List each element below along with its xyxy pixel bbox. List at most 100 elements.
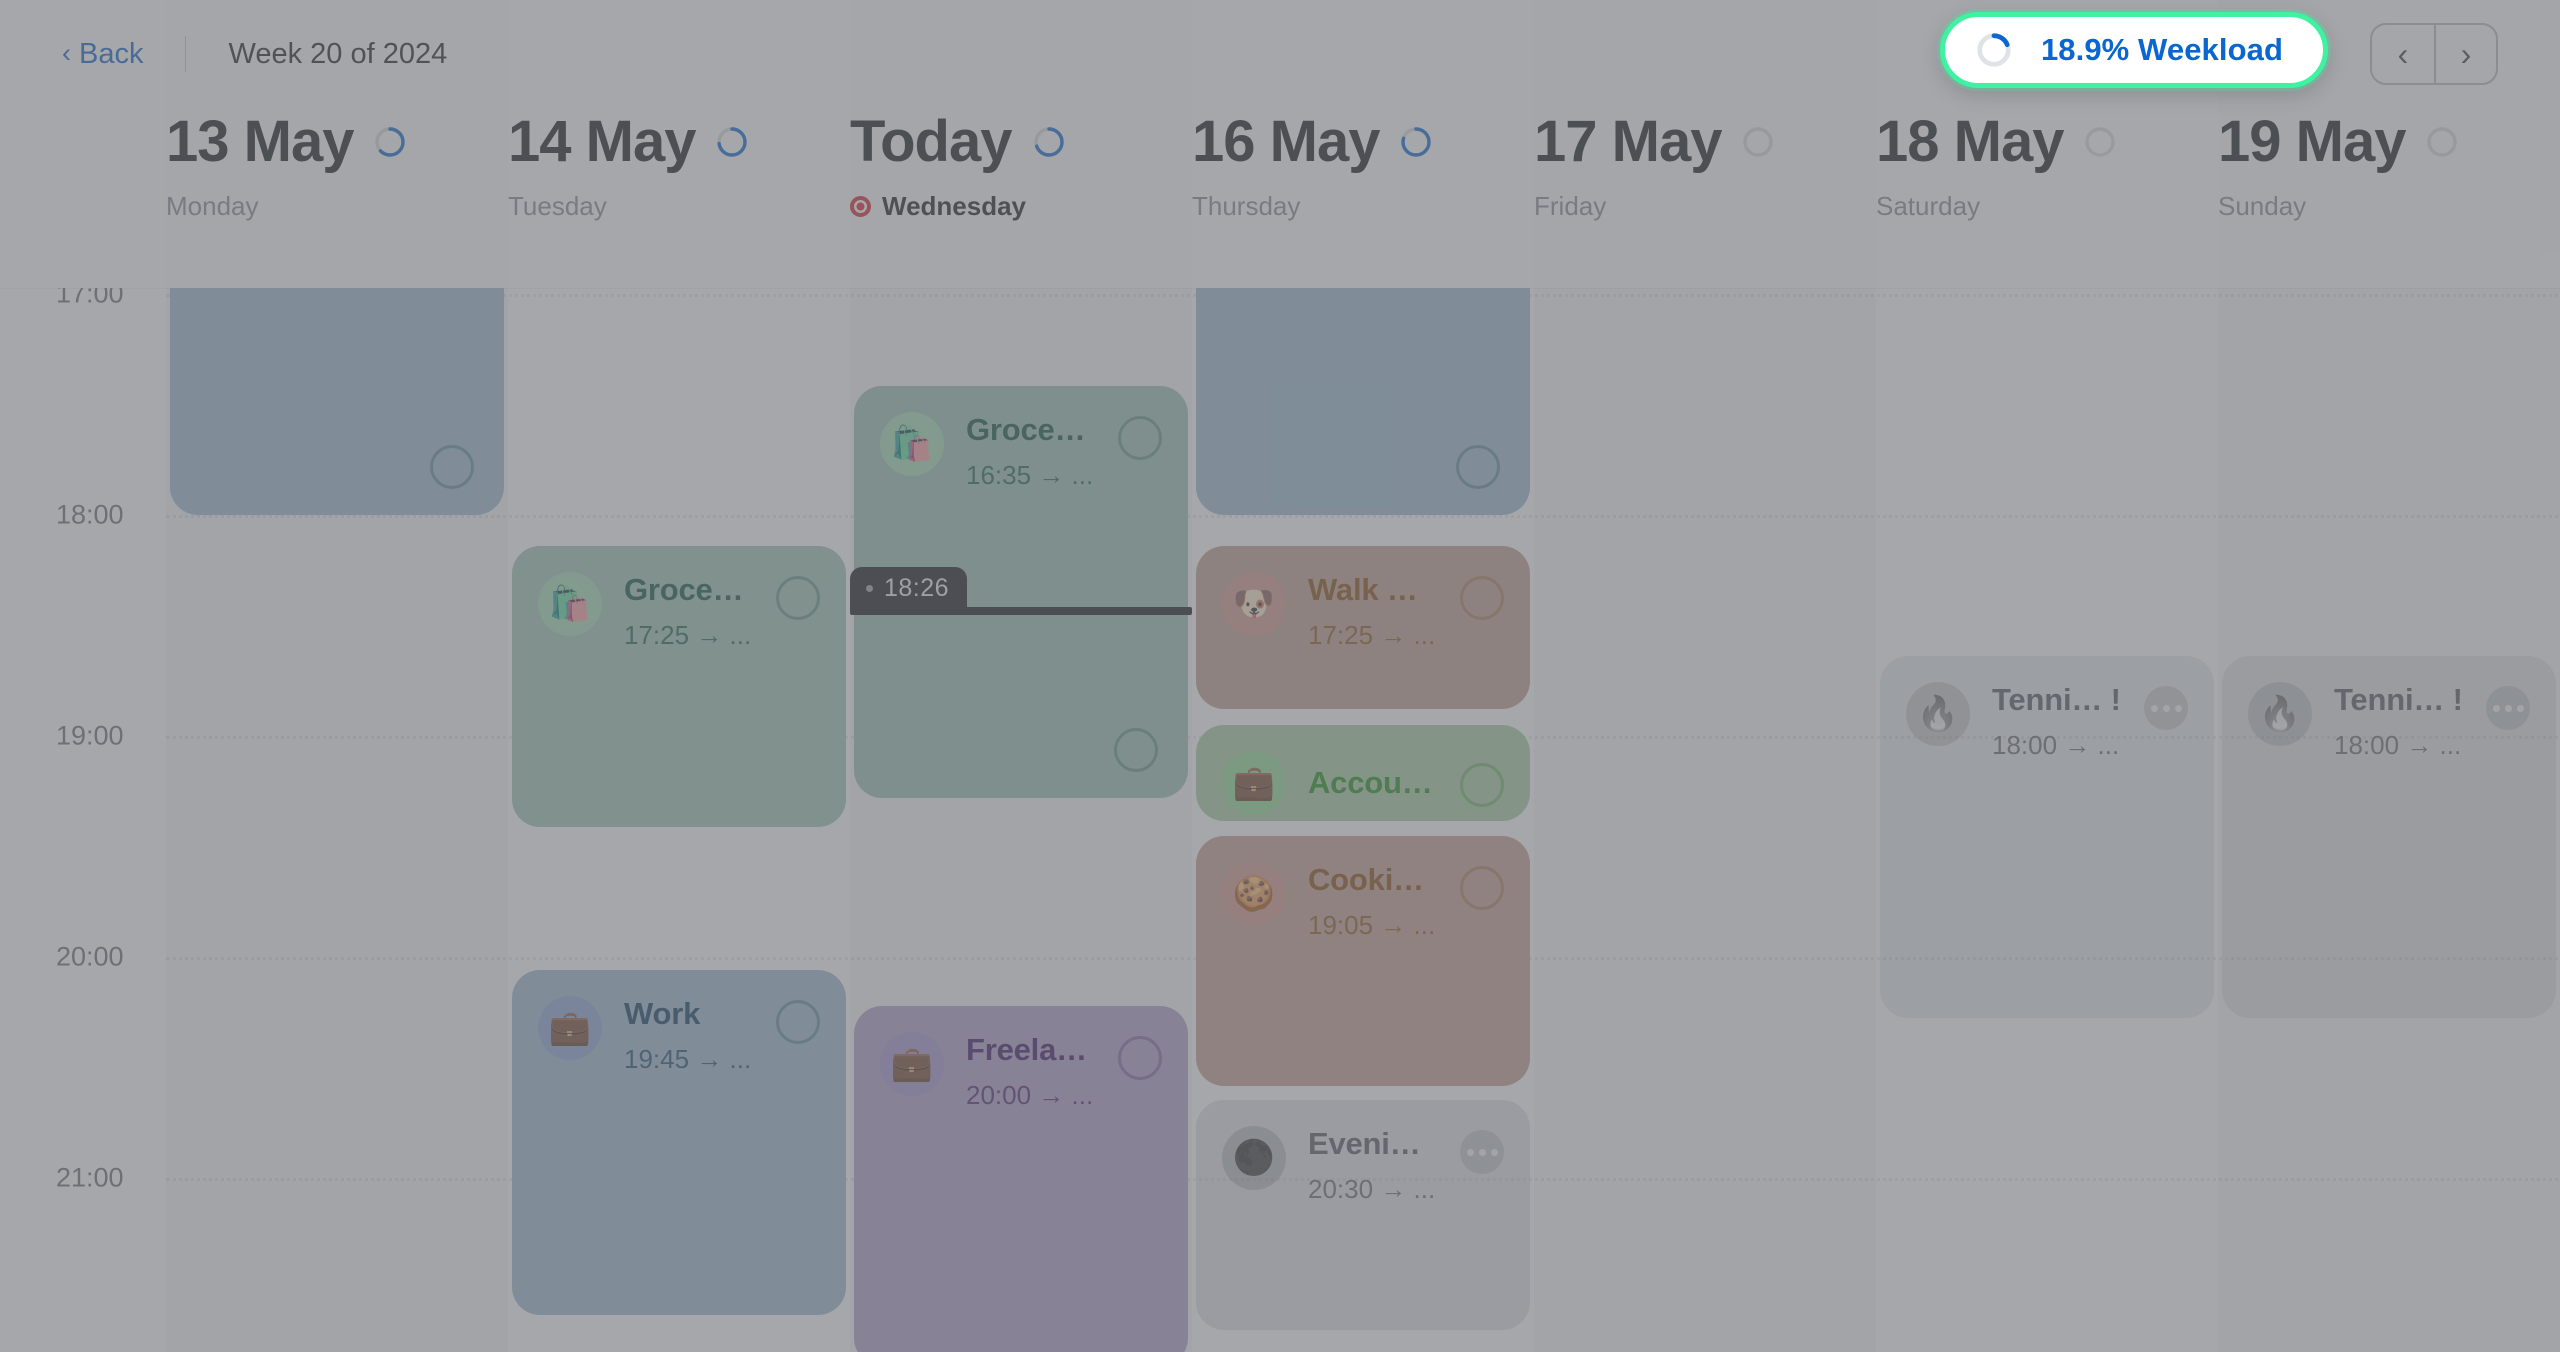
day-header-wednesday[interactable]: Today Wednesday: [850, 108, 1192, 288]
next-week-button[interactable]: ›: [2434, 25, 2496, 83]
event-card[interactable]: 💼 Freela… 20:00 → ...: [854, 1006, 1188, 1352]
day-date-label: 17 May: [1534, 109, 1722, 174]
dog-face-icon: 🐶: [1222, 572, 1286, 636]
event-more-menu-button[interactable]: [2144, 686, 2188, 730]
event-emoji: 🔥: [1916, 695, 1960, 733]
day-column-friday[interactable]: [1534, 288, 1876, 1352]
event-complete-checkbox[interactable]: [1118, 1036, 1162, 1080]
back-button[interactable]: ‹ Back: [62, 38, 143, 71]
event-card[interactable]: 🔥 Tenni… ! 18:00 → ...: [1880, 656, 2214, 1018]
event-complete-checkbox[interactable]: [776, 1000, 820, 1044]
day-header-row: 13 May Monday 14 May Tuesday Today Wedne…: [0, 108, 2560, 288]
day-column-band: [1534, 288, 1876, 1352]
day-column-sunday[interactable]: 🔥 Tenni… ! 18:00 → ...: [2218, 288, 2560, 1352]
event-title: Accou…: [1308, 765, 1433, 801]
event-card[interactable]: 💼 Work 13:20 → ...: [1196, 288, 1530, 515]
event-emoji: 🛍️: [890, 425, 934, 463]
day-header-tuesday[interactable]: 14 May Tuesday: [508, 108, 850, 288]
event-emoji: 🔥: [2258, 695, 2302, 733]
day-date-label: Today: [850, 109, 1012, 174]
event-more-menu-button[interactable]: [1460, 1130, 1504, 1174]
grocery-bag-icon: 🛍️: [880, 412, 944, 476]
event-emoji: 🛍️: [548, 585, 592, 623]
day-column-thursday[interactable]: 💼 Work 13:20 → ... 🐶 Walk … 17:25 → ... …: [1192, 288, 1534, 1352]
weekday-text: Sunday: [2218, 191, 2307, 221]
app-window: ‹ Back Week 20 of 2024 ‹ › 13 May Monday…: [0, 0, 2560, 1352]
hour-label: 19:00: [56, 720, 124, 751]
day-header-friday[interactable]: 17 May Friday: [1534, 108, 1876, 288]
event-time-range: 16:35 → ...: [966, 459, 1094, 490]
back-button-label: Back: [79, 37, 144, 70]
event-time-range: 18:00 → ...: [2334, 729, 2462, 760]
grid-columns: 17:00 18:00 19:00 20:00 21:00 💼 Work 13:20 →…: [0, 288, 2560, 1352]
day-load-ring-icon: [717, 126, 748, 157]
briefcase-icon: 💼: [1222, 751, 1286, 815]
week-title: Week 20 of 2024: [228, 37, 448, 70]
grocery-bag-icon: 🛍️: [538, 572, 602, 636]
event-complete-checkbox[interactable]: [776, 576, 820, 620]
event-title: Eveni…: [1308, 1126, 1421, 1161]
event-card[interactable]: 🐶 Walk … 17:25 → ...: [1196, 546, 1530, 709]
day-weekday-label: Monday: [166, 191, 508, 222]
event-time-range: 19:05 → ...: [1308, 909, 1436, 940]
event-title: Groce…: [624, 572, 744, 607]
weekday-text: Friday: [1534, 191, 1607, 221]
event-complete-checkbox[interactable]: [1118, 416, 1162, 460]
event-time-range: 17:25 → ...: [1308, 619, 1436, 650]
event-complete-checkbox[interactable]: [430, 445, 474, 489]
fire-icon: 🔥: [1906, 682, 1970, 746]
day-column-wednesday[interactable]: 🛍️ Groce… 16:35 → ... 💼 Freela… 20:00 → …: [850, 288, 1192, 1352]
weekday-text: Monday: [166, 191, 259, 221]
prev-week-button[interactable]: ‹: [2372, 25, 2434, 83]
day-weekday-label: Wednesday: [850, 191, 1192, 222]
event-time-range: 20:30 → ...: [1308, 1173, 1436, 1204]
event-title: Walk …: [1308, 572, 1418, 607]
event-card[interactable]: 💼 Work 19:45 → ...: [512, 970, 846, 1315]
briefcase-icon: 💼: [538, 996, 602, 1060]
event-title: Freela…: [966, 1032, 1087, 1067]
day-date-label: 14 May: [508, 109, 696, 174]
weekload-badge[interactable]: 18.9% Weekload: [1939, 12, 2328, 88]
event-title: Tenni… !: [1992, 682, 2121, 717]
event-complete-checkbox[interactable]: [1460, 576, 1504, 620]
day-load-ring-icon: [1401, 126, 1432, 157]
event-title: Work: [624, 996, 701, 1031]
event-card[interactable]: 💼 Work 13:20 → ...: [170, 288, 504, 515]
event-complete-checkbox[interactable]: [1114, 728, 1158, 772]
event-emoji: 💼: [548, 1009, 592, 1047]
event-more-menu-button[interactable]: [2486, 686, 2530, 730]
day-header-sunday[interactable]: 19 May Sunday: [2218, 108, 2560, 288]
event-card[interactable]: 🛍️ Groce… 17:25 → ...: [512, 546, 846, 827]
event-time-range: 19:45 → ...: [624, 1043, 752, 1074]
chevron-left-icon: ‹: [62, 37, 71, 68]
event-card[interactable]: 🌑 Eveni… 20:30 → ...: [1196, 1100, 1530, 1330]
event-title: Cooki…: [1308, 862, 1424, 897]
event-emoji: 🌑: [1232, 1139, 1276, 1177]
event-card[interactable]: 🍪 Cooki… 19:05 → ...: [1196, 836, 1530, 1086]
event-card[interactable]: 🛍️ Groce… 16:35 → ...: [854, 386, 1188, 798]
hour-label: 17:00: [56, 288, 124, 309]
day-column-saturday[interactable]: 🔥 Tenni… ! 18:00 → ...: [1876, 288, 2218, 1352]
event-card[interactable]: 🔥 Tenni… ! 18:00 → ...: [2222, 656, 2556, 1018]
day-header-monday[interactable]: 13 May Monday: [166, 108, 508, 288]
hour-label: 21:00: [56, 1162, 124, 1193]
day-header-thursday[interactable]: 16 May Thursday: [1192, 108, 1534, 288]
week-nav-segmented-control: ‹ ›: [2370, 23, 2498, 85]
day-column-tuesday[interactable]: 🛍️ Groce… 17:25 → ... 💼 Work 19:45 → ...: [508, 288, 850, 1352]
hour-label: 20:00: [56, 941, 124, 972]
event-complete-checkbox[interactable]: [1456, 445, 1500, 489]
calendar-week-view: ‹ Back Week 20 of 2024 ‹ › 13 May Monday…: [0, 0, 2560, 1352]
calendar-grid: 17:00 18:00 19:00 20:00 21:00 💼 Work 13:20 →…: [0, 288, 2560, 1352]
event-complete-checkbox[interactable]: [1460, 866, 1504, 910]
event-time-range: 20:00 → ...: [966, 1079, 1094, 1110]
day-column-monday[interactable]: 💼 Work 13:20 → ...: [166, 288, 508, 1352]
day-weekday-label: Thursday: [1192, 191, 1534, 222]
weekload-label: 18.9% Weekload: [2040, 32, 2283, 67]
event-time-range: 18:00 → ...: [1992, 729, 2120, 760]
topbar-right-cluster: ‹ ›: [2370, 23, 2498, 85]
event-title: Groce…: [966, 412, 1086, 447]
day-header-saturday[interactable]: 18 May Saturday: [1876, 108, 2218, 288]
event-complete-checkbox[interactable]: [1460, 763, 1504, 807]
event-card[interactable]: 💼 Accou…: [1196, 725, 1530, 821]
day-date-label: 19 May: [2218, 109, 2406, 174]
